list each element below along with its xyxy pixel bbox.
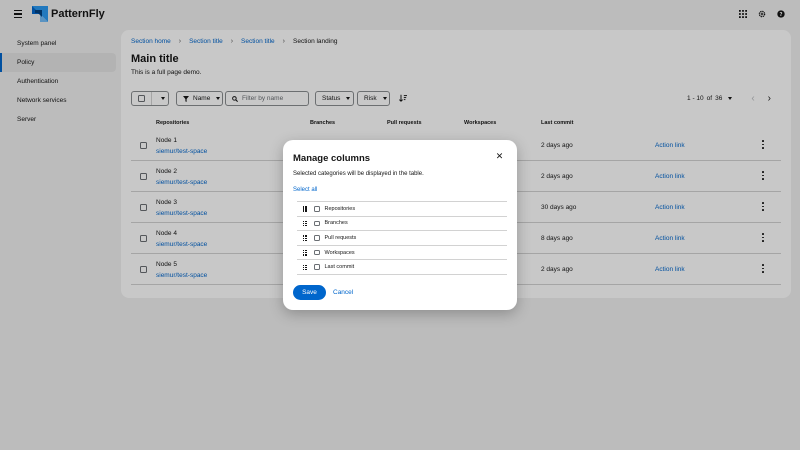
column-checkbox[interactable] (314, 235, 320, 241)
close-icon[interactable]: ✕ (495, 152, 504, 161)
column-option-label: Pull requests (324, 234, 357, 241)
column-option-workspaces[interactable]: Workspaces (297, 246, 507, 261)
column-option-repositories[interactable]: Repositories (297, 202, 507, 217)
modal-title: Manage columns (293, 153, 371, 164)
column-option-last-commit[interactable]: Last commit (297, 260, 507, 275)
column-list: Repositories Branches Pull requests Work… (297, 201, 507, 275)
column-checkbox[interactable] (314, 249, 320, 256)
drag-handle-icon[interactable] (303, 264, 307, 271)
column-option-label: Last commit (324, 264, 355, 271)
drag-handle-icon[interactable] (303, 220, 307, 227)
select-all-link[interactable]: Select all (293, 187, 317, 193)
drag-handle-icon[interactable] (303, 250, 307, 256)
column-option-pull-requests[interactable]: Pull requests (297, 231, 507, 246)
save-button[interactable]: Save (293, 285, 326, 300)
modal-description: Selected categories will be displayed in… (293, 171, 424, 177)
drag-handle-icon[interactable] (303, 206, 307, 212)
manage-columns-modal: Manage columns ✕ Selected categories wil… (283, 140, 517, 310)
cancel-button[interactable]: Cancel (333, 285, 353, 300)
column-checkbox[interactable] (314, 206, 320, 212)
column-option-branches[interactable]: Branches (297, 217, 507, 232)
column-option-label: Repositories (324, 205, 356, 212)
drag-handle-icon[interactable] (303, 235, 307, 241)
column-option-label: Branches (324, 220, 348, 227)
column-checkbox[interactable] (314, 264, 320, 270)
column-option-label: Workspaces (324, 249, 355, 256)
column-checkbox[interactable] (314, 220, 320, 227)
